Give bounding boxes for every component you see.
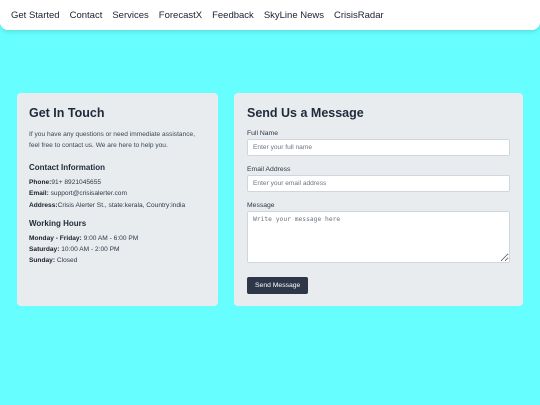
contact-info-heading: Contact Information <box>29 163 105 173</box>
nav-get-started[interactable]: Get Started <box>11 10 60 21</box>
nav-feedback[interactable]: Feedback <box>212 10 254 21</box>
phone-label: Phone: <box>29 179 52 187</box>
address-label: Address: <box>29 201 58 209</box>
address-value: Crisis Alerter St., state:kerala, Countr… <box>57 201 186 209</box>
sunday-label: Sunday: <box>29 257 56 265</box>
nav-services[interactable]: Services <box>112 10 148 21</box>
weekday-label: Monday - Friday: <box>29 234 82 242</box>
full-name-label: Full Name <box>247 130 278 137</box>
nav-contact[interactable]: Contact <box>70 10 103 21</box>
saturday-value: 10:00 AM - 2:00 PM <box>59 245 120 253</box>
working-hours-heading: Working Hours <box>29 218 87 228</box>
contact-intro-text: If you have any questions or need immedi… <box>29 131 196 149</box>
contact-info-card: Get In Touch If you have any questions o… <box>17 93 218 306</box>
phone-value: 91+ 8921045655 <box>51 179 102 187</box>
saturday-hours-line: Saturday: 10:00 AM - 2:00 PM <box>29 244 206 255</box>
weekday-hours-line: Monday - Friday: 9:00 AM - 6:00 PM <box>29 233 206 244</box>
message-form-card: Send Us a Message Full Name Email Addres… <box>234 93 523 306</box>
full-name-input[interactable] <box>247 139 510 156</box>
saturday-label: Saturday: <box>29 245 60 253</box>
message-label: Message <box>247 202 275 209</box>
email-address-label: Email Address <box>247 166 291 173</box>
contact-card-title: Get In Touch <box>29 106 105 120</box>
sunday-hours-line: Sunday: Closed <box>29 255 206 266</box>
send-message-button[interactable]: Send Message <box>247 277 309 294</box>
address-line: Address:Crisis Alerter St., state:kerala… <box>29 200 206 211</box>
sunday-value: Closed <box>55 257 78 265</box>
email-address-input[interactable] <box>247 175 510 192</box>
email-line: Email: support@crisisalerter.com <box>29 188 206 199</box>
email-value: support@crisisalerter.com <box>48 190 127 198</box>
weekday-value: 9:00 AM - 6:00 PM <box>81 234 139 242</box>
nav-forecastx[interactable]: ForecastX <box>159 10 202 21</box>
nav-crisisradar[interactable]: CrisisRadar <box>334 10 384 21</box>
top-navbar: Get Started Contact Services ForecastX F… <box>0 0 540 30</box>
email-label: Email: <box>29 190 49 198</box>
form-title: Send Us a Message <box>247 106 364 120</box>
message-textarea[interactable] <box>247 211 510 263</box>
phone-line: Phone:91+ 8921045655 <box>29 177 206 188</box>
nav-skyline-news[interactable]: SkyLine News <box>264 10 324 21</box>
